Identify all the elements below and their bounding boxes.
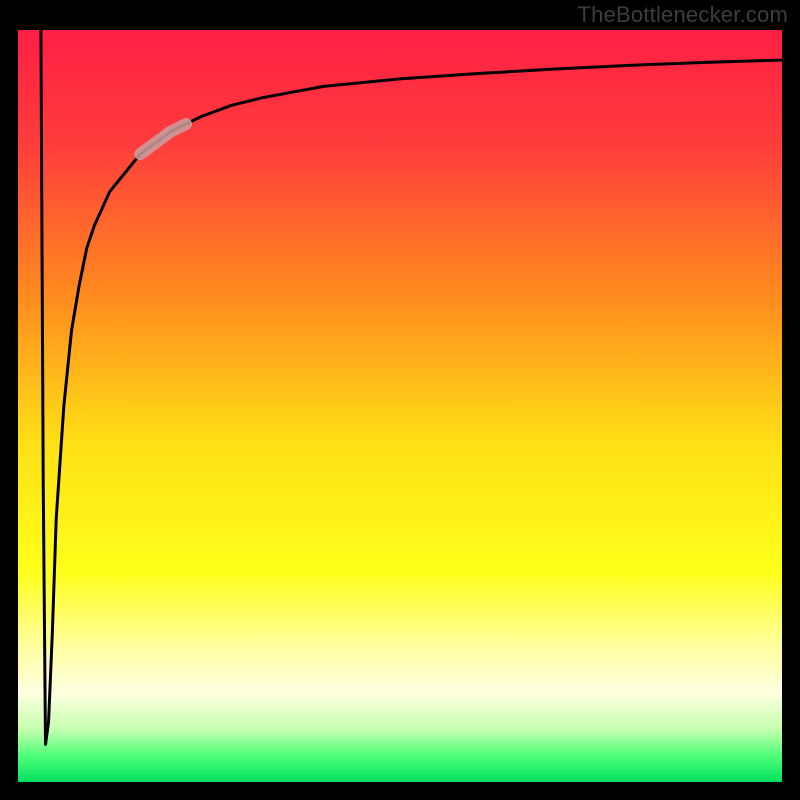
chart-svg: [18, 30, 782, 782]
chart-container: TheBottlenecker.com: [0, 0, 800, 800]
gradient-background: [18, 30, 782, 782]
plot-area: [18, 30, 782, 782]
watermark-text: TheBottlenecker.com: [578, 2, 788, 28]
